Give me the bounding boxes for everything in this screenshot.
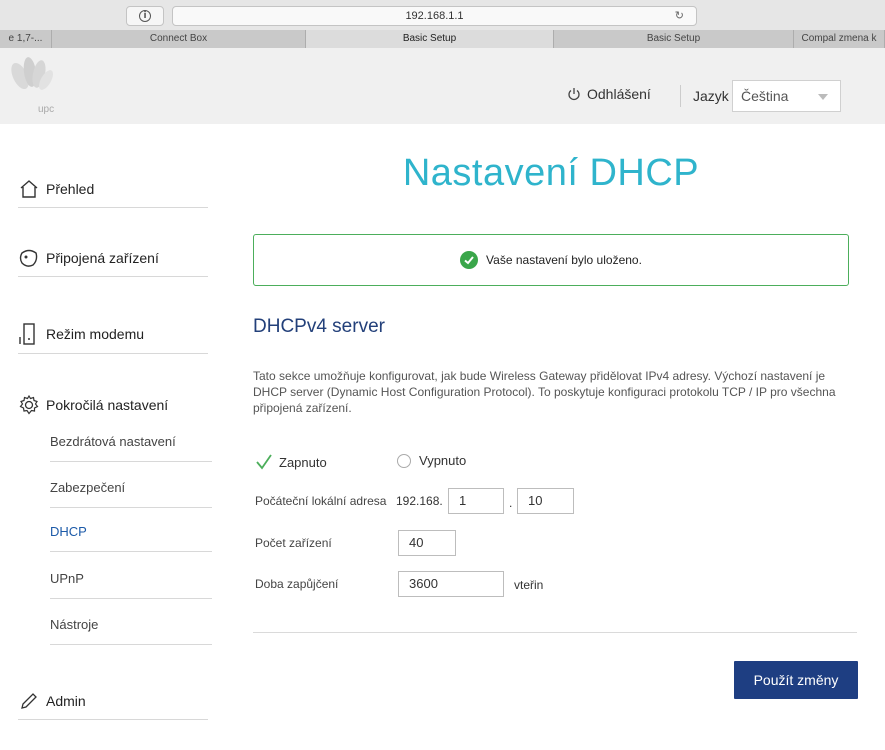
sidebar-item-label: Admin [46,692,86,709]
tab-basic-setup-2[interactable]: Basic Setup [554,30,794,48]
tab-compal[interactable]: Compal zmena k [794,30,885,48]
radio-disabled-label: Vypnuto [419,453,467,468]
pencil-icon [21,692,37,709]
tab-connect-box[interactable]: Connect Box [52,30,306,48]
sidebar-item-connected-devices[interactable]: Připojená zařízení [18,239,208,277]
apply-changes-button[interactable]: Použít změny [734,661,858,699]
sidebar-sub-item-security[interactable]: Zabezpečení [50,474,212,508]
modem-icon [19,322,35,345]
sidebar-item-modem-mode[interactable]: Režim modemu [18,314,208,354]
logo-text: upc [38,104,55,115]
reload-icon[interactable]: ↻ [675,7,684,25]
checkmark-icon [256,454,272,470]
page-title: Nastavení DHCP [402,152,700,194]
browser-chrome: i 192.168.1.1 ↻ e 1,7-... Connect Box Ba… [0,0,885,48]
lease-time-input[interactable]: 3600 [398,571,504,597]
radio-enabled[interactable]: Zapnuto [255,453,327,471]
tab-bar: e 1,7-... Connect Box Basic Setup Basic … [0,30,885,48]
sidebar-item-label: Pokročilá nastavení [46,397,169,413]
check-circle-icon [460,251,479,269]
start-address-label: Počáteční lokální adresa [255,494,387,508]
lease-time-label: Doba zapůjčení [255,577,339,591]
sidebar-item-admin[interactable]: Admin [18,682,208,720]
radio-disabled[interactable]: Vypnuto [397,453,466,468]
url-text: 192.168.1.1 [405,10,464,22]
devices-icon [19,249,38,267]
upc-logo [11,57,53,90]
tab-basic-setup-1[interactable]: Basic Setup [306,30,554,48]
logout-label: Odhlášení [587,86,651,102]
sidebar-item-label: Přehled [46,180,95,197]
radio-enabled-label: Zapnuto [279,454,327,470]
tab-1[interactable]: e 1,7-... [0,30,52,48]
start-address-prefix: 192.168. [396,494,443,508]
sidebar-item-label: Připojená zařízení [46,249,159,266]
section-description: Tato sekce umožňuje konfigurovat, jak bu… [253,369,836,415]
sidebar-sub-item-upnp[interactable]: UPnP [50,565,212,599]
sidebar: Přehled Připojená zařízení Režim modemu … [0,124,230,750]
device-count-input[interactable]: 40 [398,530,456,556]
language-select[interactable]: Čeština [732,80,841,112]
lease-time-unit: vteřin [514,578,544,592]
language-value: Čeština [741,88,789,104]
gear-icon [19,394,39,415]
url-bar[interactable]: 192.168.1.1 ↻ [172,6,697,26]
device-count-label: Počet zařízení [255,536,332,550]
info-icon: i [139,10,151,22]
sidebar-item-advanced-settings[interactable]: Pokročilá nastavení [18,386,208,424]
header-divider [680,85,681,107]
success-alert: Vaše nastavení bylo uloženo. [253,234,849,286]
home-icon [20,179,38,198]
chevron-down-icon [818,94,828,100]
sidebar-sub-item-wireless[interactable]: Bezdrátová nastavení [50,428,212,462]
site-header: upc Odhlášení Jazyk Čeština [0,48,885,124]
power-icon [568,88,580,101]
sidebar-item-label: Režim modemu [46,325,145,342]
alert-text: Vaše nastavení bylo uloženo. [486,253,642,267]
logout-link[interactable]: Odhlášení [567,86,651,102]
form-divider [253,632,857,633]
start-address-octet3-input[interactable]: 1 [448,488,504,514]
start-address-octet4-input[interactable]: 10 [517,488,574,514]
sidebar-sub-item-dhcp[interactable]: DHCP [50,520,212,552]
sidebar-item-overview[interactable]: Přehled [18,170,208,208]
language-label: Jazyk [693,88,729,104]
radio-circle-icon [397,453,411,468]
sidebar-sub-item-tools[interactable]: Nástroje [50,611,212,645]
address-row: i 192.168.1.1 ↻ [0,0,885,30]
section-title: DHCPv4 server [253,316,385,337]
start-address-dot: . [509,496,513,510]
site-info-button[interactable]: i [126,6,164,26]
